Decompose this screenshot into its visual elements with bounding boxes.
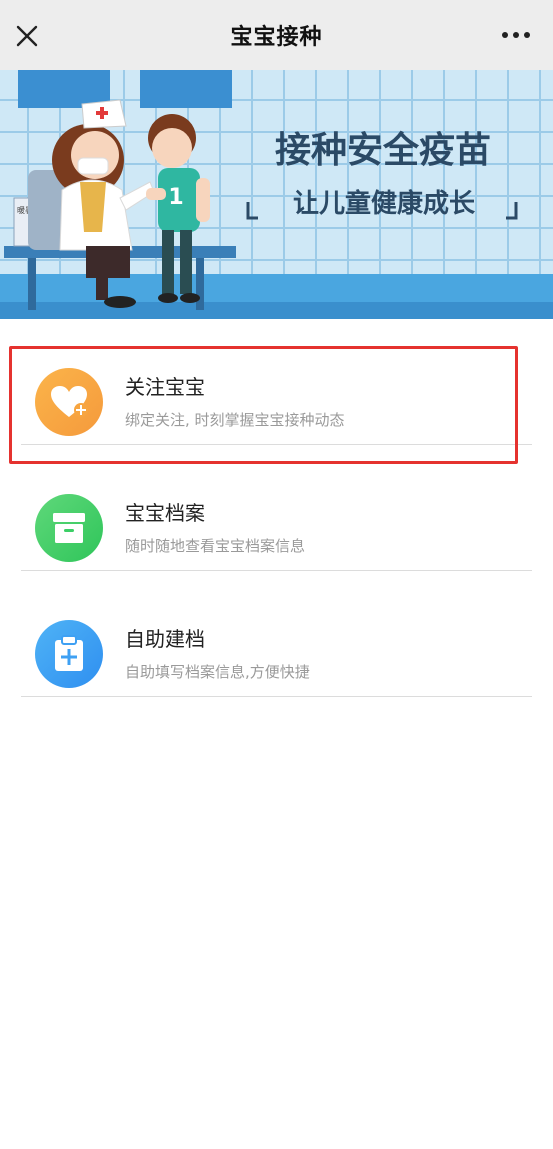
- baby-archive-subtitle: 随时随地查看宝宝档案信息: [125, 537, 306, 555]
- baby-archive-icon-circle: [35, 494, 103, 562]
- close-icon[interactable]: [14, 23, 40, 49]
- page-title: 宝宝接种: [230, 25, 323, 50]
- divider: [21, 696, 532, 697]
- archive-box-icon: [53, 513, 85, 543]
- self-filing-item[interactable]: 自助建档 自助填写档案信息,方便快捷: [0, 571, 553, 697]
- banner-illustration: 暖暑接种 1 接种安全疫苗 让儿童健康成长: [0, 70, 553, 319]
- nav-bar: 宝宝接种: [0, 0, 553, 70]
- more-icon[interactable]: [501, 27, 531, 43]
- clipboard-plus-icon: [55, 635, 83, 671]
- highlight-box: [9, 346, 518, 464]
- self-filing-subtitle: 自助填写档案信息,方便快捷: [125, 663, 310, 681]
- baby-archive-title: 宝宝档案: [125, 501, 205, 525]
- banner-subline: 让儿童健康成长: [293, 188, 476, 219]
- self-filing-title: 自助建档: [125, 627, 205, 651]
- self-filing-icon-circle: [35, 620, 103, 688]
- svg-text:1: 1: [168, 185, 183, 210]
- banner-headline: 接种安全疫苗: [275, 129, 491, 171]
- vaccination-banner[interactable]: 暖暑接种 1 接种安全疫苗 让儿童健康成长: [0, 70, 553, 319]
